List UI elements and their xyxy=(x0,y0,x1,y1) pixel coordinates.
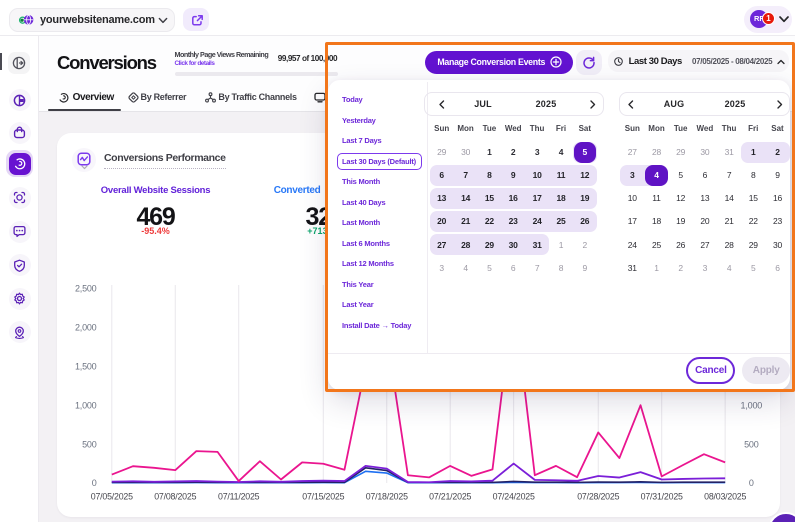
svg-text:07/05/2025: 07/05/2025 xyxy=(91,492,133,502)
svg-text:0: 0 xyxy=(749,478,754,488)
svg-text:2,500: 2,500 xyxy=(75,284,97,294)
svg-text:07/11/2025: 07/11/2025 xyxy=(218,492,260,502)
svg-text:07/21/2025: 07/21/2025 xyxy=(429,492,471,502)
svg-text:2,000: 2,000 xyxy=(75,323,97,333)
svg-text:08/03/2025: 08/03/2025 xyxy=(704,492,746,502)
svg-text:07/24/2025: 07/24/2025 xyxy=(493,492,535,502)
svg-text:500: 500 xyxy=(82,439,97,449)
svg-text:07/08/2025: 07/08/2025 xyxy=(154,492,196,502)
svg-text:1,500: 1,500 xyxy=(75,362,97,372)
svg-text:07/28/2025: 07/28/2025 xyxy=(577,492,619,502)
svg-text:1,000: 1,000 xyxy=(75,400,97,410)
svg-text:0: 0 xyxy=(92,478,97,488)
svg-text:07/31/2025: 07/31/2025 xyxy=(641,492,683,502)
svg-text:1,000: 1,000 xyxy=(741,400,763,410)
svg-text:07/15/2025: 07/15/2025 xyxy=(302,492,344,502)
svg-text:07/18/2025: 07/18/2025 xyxy=(366,492,408,502)
svg-text:500: 500 xyxy=(744,439,759,449)
